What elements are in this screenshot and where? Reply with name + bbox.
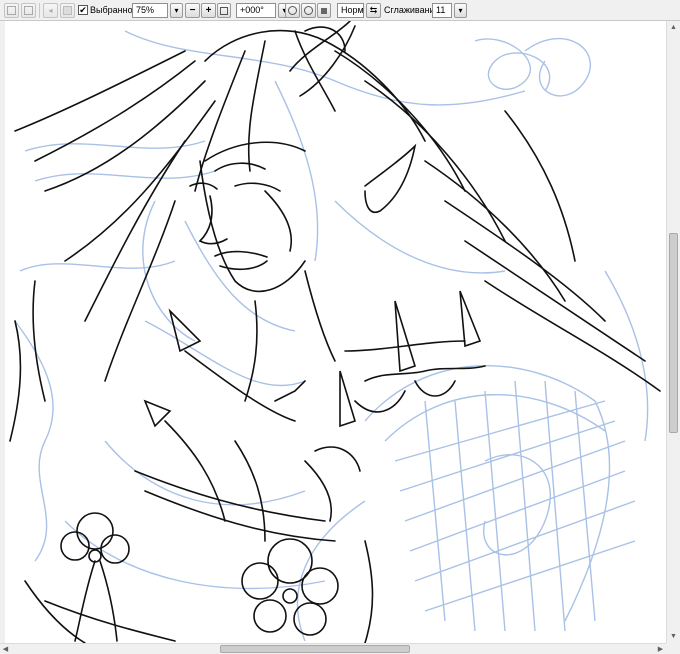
chevron-down-icon: ▾ [174, 6, 179, 15]
rotate-right-button[interactable] [301, 3, 316, 18]
horizontal-scroll-thumb[interactable] [220, 645, 410, 653]
favorites-label: Выбранное [90, 5, 138, 15]
zoom-input[interactable]: 75% [132, 3, 168, 18]
scroll-right-icon[interactable]: ▶ [655, 644, 666, 654]
redo-icon [63, 6, 72, 15]
check-icon: ✔ [79, 4, 87, 15]
scroll-up-icon[interactable]: ▲ [667, 21, 680, 34]
scrollbar-corner [666, 643, 680, 654]
chevron-down-icon: ▾ [458, 6, 463, 15]
fit-icon [220, 6, 228, 15]
horizontal-scrollbar[interactable]: ◀ ▶ [0, 643, 666, 654]
rotate-right-icon [304, 6, 313, 15]
plus-icon: + [205, 5, 212, 16]
undo-button[interactable]: ◂ [43, 3, 58, 18]
sketch-layer [14, 30, 649, 642]
undo-icon: ◂ [48, 6, 53, 15]
flip-icon: ⇆ [369, 5, 378, 15]
layer-select-button[interactable] [4, 3, 19, 18]
drawing-canvas[interactable] [5, 21, 666, 643]
zoom-in-button[interactable]: + [201, 3, 216, 18]
redo-button[interactable] [60, 3, 75, 18]
scroll-left-icon[interactable]: ◀ [0, 644, 11, 654]
transform-button[interactable] [21, 3, 36, 18]
tool-options-bar: ◂ ✔ Выбранное 75% ▾ − + +000° ▾ Норм ⇆ С… [0, 0, 680, 21]
reset-rotation-button[interactable] [317, 3, 331, 18]
square-icon [7, 6, 16, 15]
smoothing-dropdown-button[interactable]: ▾ [454, 3, 467, 18]
flip-canvas-button[interactable]: ⇆ [366, 3, 381, 18]
favorites-checkbox[interactable]: ✔ [78, 5, 88, 15]
minus-icon: − [189, 5, 196, 16]
vertical-scrollbar[interactable]: ▲ ▼ [666, 21, 680, 643]
blend-mode-select[interactable]: Норм [337, 3, 364, 18]
reset-icon [321, 7, 327, 14]
ink-layer [9, 21, 661, 643]
rotate-left-button[interactable] [285, 3, 300, 18]
zoom-fit-button[interactable] [217, 3, 231, 18]
rotate-left-icon [288, 6, 297, 15]
smoothing-input[interactable]: 11 [432, 3, 452, 18]
scroll-down-icon[interactable]: ▼ [667, 630, 680, 643]
vertical-scroll-thumb[interactable] [669, 233, 678, 433]
arrow-icon [24, 6, 33, 15]
zoom-out-button[interactable]: − [185, 3, 200, 18]
artwork-sketch [9, 21, 661, 643]
rotation-input[interactable]: +000° [236, 3, 276, 18]
zoom-dropdown-button[interactable]: ▾ [170, 3, 183, 18]
